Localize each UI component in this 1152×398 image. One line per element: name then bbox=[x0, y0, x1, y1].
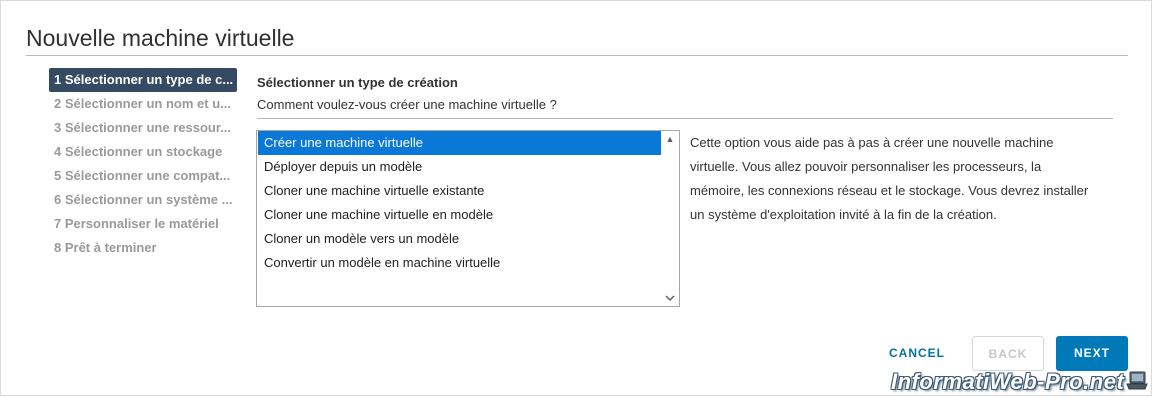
step-ready-to-complete: 8 Prêt à terminer bbox=[54, 240, 157, 255]
option-create-vm[interactable]: Créer une machine virtuelle bbox=[258, 131, 661, 155]
section-heading: Sélectionner un type de création bbox=[257, 75, 458, 90]
next-button[interactable]: NEXT bbox=[1056, 336, 1128, 371]
step-customize-hardware: 7 Personnaliser le matériel bbox=[54, 216, 219, 231]
section-divider bbox=[257, 118, 1113, 119]
scroll-down-icon[interactable] bbox=[665, 293, 675, 303]
step-select-name: 2 Sélectionner un nom et u... bbox=[54, 96, 231, 111]
option-clone-existing-vm[interactable]: Cloner une machine virtuelle existante bbox=[258, 179, 661, 203]
step-select-guest-os: 6 Sélectionner un système ... bbox=[54, 192, 233, 207]
wizard-steps: 1 Sélectionner un type de c... 2 Sélecti… bbox=[49, 68, 239, 260]
step-select-storage: 4 Sélectionner un stockage bbox=[54, 144, 223, 159]
option-clone-template-to-template[interactable]: Cloner un modèle vers un modèle bbox=[258, 227, 661, 251]
creation-type-listbox[interactable]: Créer une machine virtuelle Déployer dep… bbox=[256, 130, 680, 307]
option-convert-template-to-vm[interactable]: Convertir un modèle en machine virtuelle bbox=[258, 251, 661, 275]
option-deploy-from-template[interactable]: Déployer depuis un modèle bbox=[258, 155, 661, 179]
step-select-resource: 3 Sélectionner une ressour... bbox=[54, 120, 232, 135]
option-clone-vm-to-template[interactable]: Cloner une machine virtuelle en modèle bbox=[258, 203, 661, 227]
title-divider bbox=[26, 55, 1128, 56]
cancel-button[interactable]: CANCEL bbox=[879, 336, 955, 371]
section-question: Comment voulez-vous créer une machine vi… bbox=[257, 97, 557, 112]
scroll-up-icon[interactable]: ▲ bbox=[665, 134, 675, 144]
step-select-compatibility: 5 Sélectionner une compat... bbox=[54, 168, 231, 183]
watermark-text: InformatiWeb-Pro.net bbox=[891, 369, 1125, 394]
dialog-title: Nouvelle machine virtuelle bbox=[26, 25, 295, 51]
step-select-type[interactable]: 1 Sélectionner un type de c... bbox=[49, 68, 237, 92]
option-description: Cette option vous aide pas à pas à créer… bbox=[690, 135, 1089, 222]
back-button[interactable]: BACK bbox=[972, 336, 1044, 371]
new-vm-dialog: Nouvelle machine virtuelle 1 Sélectionne… bbox=[0, 0, 1152, 396]
laptop-icon bbox=[1125, 369, 1149, 393]
